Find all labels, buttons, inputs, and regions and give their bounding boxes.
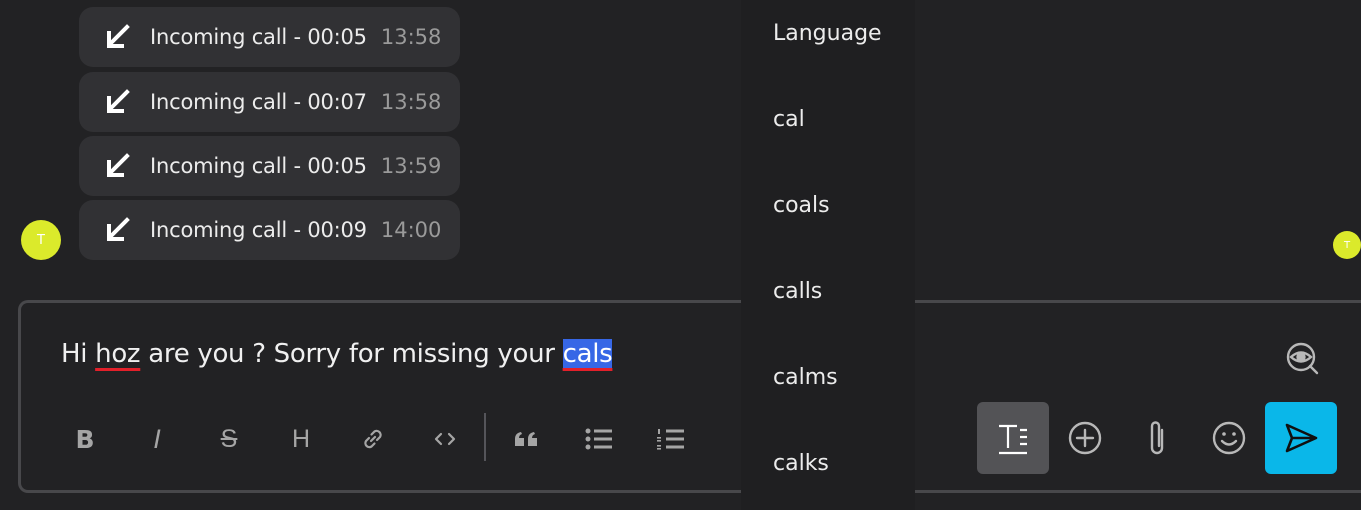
italic-button[interactable]: I (137, 419, 177, 459)
numbered-list-button[interactable] (651, 419, 691, 459)
incoming-call-icon (107, 24, 130, 48)
call-label: Incoming call - 00:05 (150, 154, 367, 178)
text-segment: are you ? Sorry for missing your (140, 339, 563, 369)
italic-icon: I (153, 423, 161, 454)
spellcheck-language-item[interactable]: Language (773, 21, 882, 46)
bullet-list-icon (585, 428, 612, 450)
attach-button[interactable] (1121, 402, 1193, 474)
spellcheck-suggestion[interactable]: coals (773, 193, 830, 218)
quote-button[interactable] (507, 419, 547, 459)
call-label: Incoming call - 00:09 (150, 218, 367, 242)
call-bubble[interactable]: Incoming call - 00:07 13:58 (79, 72, 460, 132)
incoming-call-icon (107, 153, 130, 177)
strikethrough-icon: S (220, 424, 238, 453)
link-button[interactable] (353, 419, 393, 459)
heading-icon: H (291, 424, 311, 453)
quote-icon (515, 432, 537, 446)
send-icon (1285, 423, 1318, 453)
bullet-list-button[interactable] (579, 419, 619, 459)
message-input[interactable]: Hi hoz are you ? Sorry for missing your … (61, 339, 613, 369)
avatar[interactable]: T (1333, 231, 1361, 259)
code-button[interactable] (425, 419, 465, 459)
paperclip-icon (1150, 421, 1164, 455)
text-segment: Hi (61, 339, 96, 369)
misspelled-word[interactable]: hoz (95, 339, 140, 369)
call-label: Incoming call - 00:05 (150, 25, 367, 49)
call-time: 13:59 (380, 154, 442, 178)
heading-button[interactable]: H (281, 419, 321, 459)
toolbar-divider (484, 413, 486, 461)
text-formatting-toggle-button[interactable] (977, 402, 1049, 474)
bold-button[interactable]: B (65, 419, 105, 459)
spellcheck-suggestion[interactable]: calls (773, 279, 822, 304)
link-icon (364, 429, 382, 449)
strikethrough-button[interactable]: S (209, 419, 249, 459)
text-format-icon (999, 424, 1027, 455)
send-button[interactable] (1265, 402, 1337, 474)
smiley-icon (1212, 421, 1246, 455)
chat-window: Incoming call - 00:05 13:58 Incoming cal… (0, 0, 1361, 510)
numbered-list-icon (657, 429, 684, 450)
call-label: Incoming call - 00:07 (150, 90, 367, 114)
call-time: 13:58 (380, 25, 442, 49)
call-time: 14:00 (380, 218, 442, 242)
call-bubble[interactable]: Incoming call - 00:05 13:59 (79, 136, 460, 196)
spellcheck-suggestion[interactable]: calks (773, 451, 829, 476)
call-bubble[interactable]: Incoming call - 00:05 13:58 (79, 7, 460, 67)
preview-icon[interactable] (1283, 339, 1323, 379)
spellcheck-suggestion[interactable]: cal (773, 107, 805, 132)
call-time: 13:58 (380, 90, 442, 114)
incoming-call-icon (107, 217, 130, 241)
bold-icon: B (75, 424, 95, 454)
spellcheck-suggestion[interactable]: calms (773, 365, 838, 390)
incoming-call-icon (107, 89, 130, 113)
plus-circle-icon (1068, 421, 1102, 455)
code-icon (434, 432, 456, 446)
add-button[interactable] (1049, 402, 1121, 474)
spellcheck-menu: Language cal coals calls calms calks (741, 0, 915, 510)
selected-misspelled-word[interactable]: cals (562, 339, 613, 369)
emoji-button[interactable] (1193, 402, 1265, 474)
call-bubble[interactable]: Incoming call - 00:09 14:00 (79, 200, 460, 260)
avatar[interactable]: T (21, 220, 61, 260)
